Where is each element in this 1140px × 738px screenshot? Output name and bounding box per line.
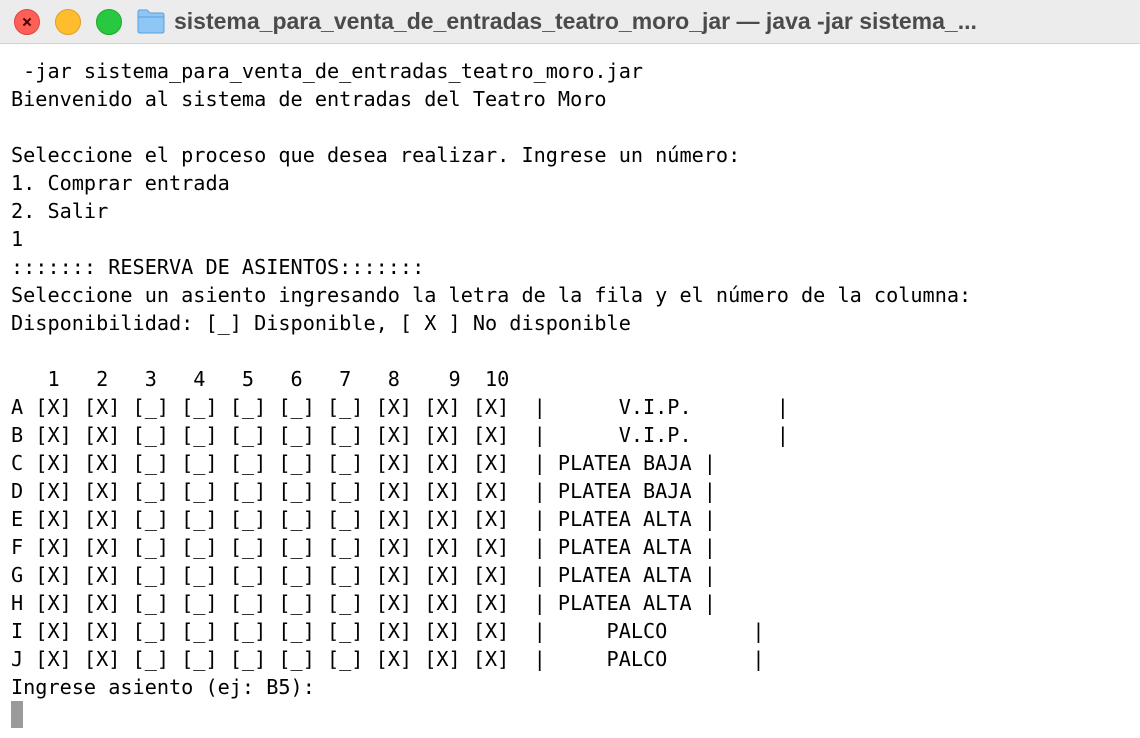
- cursor-line[interactable]: [11, 701, 1140, 729]
- availability-legend: Disponibilidad: [_] Disponible, [ X ] No…: [11, 311, 631, 335]
- seat-row-f: F [X] [X] [_] [_] [_] [_] [_] [X] [X] [X…: [11, 535, 716, 559]
- seat-row-c: C [X] [X] [_] [_] [_] [_] [_] [X] [X] [X…: [11, 451, 716, 475]
- seat-row-b: B [X] [X] [_] [_] [_] [_] [_] [X] [X] [X…: [11, 423, 789, 447]
- minimize-button[interactable]: [55, 9, 81, 35]
- welcome-text: Bienvenido al sistema de entradas del Te…: [11, 87, 607, 111]
- text-cursor: [11, 701, 23, 728]
- seat-row-h: H [X] [X] [_] [_] [_] [_] [_] [X] [X] [X…: [11, 591, 716, 615]
- close-button[interactable]: [14, 9, 40, 35]
- seat-row-j: J [X] [X] [_] [_] [_] [_] [_] [X] [X] [X…: [11, 647, 765, 671]
- window-title: sistema_para_venta_de_entradas_teatro_mo…: [174, 8, 977, 34]
- seat-instructions: Seleccione un asiento ingresando la letr…: [11, 283, 972, 307]
- command-line: -jar sistema_para_venta_de_entradas_teat…: [11, 59, 644, 83]
- folder-icon: [137, 9, 165, 34]
- zoom-button[interactable]: [96, 9, 122, 35]
- title-bar: sistema_para_venta_de_entradas_teatro_mo…: [0, 0, 1140, 44]
- seat-row-a: A [X] [X] [_] [_] [_] [_] [_] [X] [X] [X…: [11, 395, 789, 419]
- user-input: 1: [11, 227, 24, 251]
- section-heading: ::::::: RESERVA DE ASIENTOS:::::::: [11, 255, 425, 279]
- seat-row-g: G [X] [X] [_] [_] [_] [_] [_] [X] [X] [X…: [11, 563, 716, 587]
- menu-option-2: 2. Salir: [11, 199, 109, 223]
- menu-option-1: 1. Comprar entrada: [11, 171, 230, 195]
- seat-input-prompt: Ingrese asiento (ej: B5):: [11, 675, 315, 699]
- seat-row-e: E [X] [X] [_] [_] [_] [_] [_] [X] [X] [X…: [11, 507, 716, 531]
- menu-prompt: Seleccione el proceso que desea realizar…: [11, 143, 741, 167]
- terminal-output[interactable]: -jar sistema_para_venta_de_entradas_teat…: [0, 44, 1140, 738]
- column-header: 1 2 3 4 5 6 7 8 9 10: [11, 367, 510, 391]
- seat-row-d: D [X] [X] [_] [_] [_] [_] [_] [X] [X] [X…: [11, 479, 716, 503]
- terminal-window: sistema_para_venta_de_entradas_teatro_mo…: [0, 0, 1140, 738]
- seat-row-i: I [X] [X] [_] [_] [_] [_] [_] [X] [X] [X…: [11, 619, 765, 643]
